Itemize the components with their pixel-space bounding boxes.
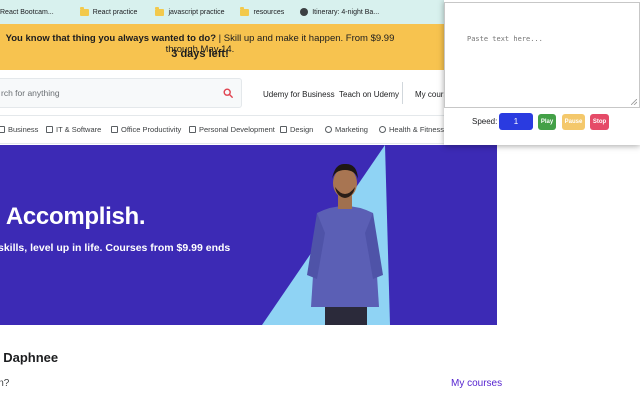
- category-personal-development[interactable]: Personal Development: [189, 125, 275, 134]
- my-courses-link[interactable]: My courses: [451, 378, 502, 389]
- monitor-icon: [46, 126, 53, 133]
- textarea-placeholder: Paste text here...: [467, 35, 543, 43]
- paste-text-area[interactable]: Paste text here...: [444, 2, 640, 108]
- briefcase-icon: [0, 126, 5, 133]
- hero-shape: [0, 145, 497, 325]
- globe-icon: [300, 8, 309, 16]
- search-placeholder: rch for anything: [1, 88, 60, 98]
- category-business[interactable]: Business: [0, 125, 38, 134]
- folder-icon: [240, 6, 250, 16]
- bookmark-item[interactable]: React practice: [74, 0, 144, 24]
- marketing-icon: [325, 126, 332, 133]
- promo-countdown: 3 days left!: [171, 48, 229, 60]
- promo-headline: You know that thing you always wanted to…: [5, 33, 217, 44]
- play-button[interactable]: Play: [538, 114, 556, 130]
- bookmark-item[interactable]: javascript practice: [149, 0, 230, 24]
- category-label: Personal Development: [199, 125, 275, 134]
- category-label: Business: [8, 125, 39, 134]
- hero-banner: . Accomplish. skills, level up in life. …: [0, 145, 497, 325]
- bookmark-text: React practice: [92, 8, 138, 16]
- learning-prompt: in?: [0, 378, 10, 389]
- bookmark-text: javascript practice: [168, 8, 225, 16]
- category-label: Health & Fitness: [389, 125, 445, 134]
- tts-extension-popup: Paste text here... Speed: 1 Play Pause S…: [444, 0, 640, 145]
- hero-subtitle: skills, level up in life. Courses from $…: [0, 242, 231, 254]
- category-label: Office Productivity: [121, 125, 182, 134]
- book-icon: [189, 126, 196, 133]
- search-icon[interactable]: [223, 88, 233, 98]
- udemy-for-business-link[interactable]: Udemy for Business: [263, 90, 335, 99]
- stop-button[interactable]: Stop: [590, 114, 609, 130]
- bookmark-text: React Bootcam...: [0, 8, 54, 16]
- design-icon: [280, 126, 287, 133]
- resize-grip-icon[interactable]: [631, 99, 637, 105]
- speed-label: Speed:: [472, 117, 498, 126]
- instructor-photo: [307, 163, 383, 325]
- header-divider: [402, 82, 403, 104]
- search-input[interactable]: rch for anything: [0, 78, 242, 108]
- category-health-fitness[interactable]: Health & Fitness: [379, 125, 444, 134]
- folder-icon: [155, 6, 165, 16]
- speed-input[interactable]: 1: [499, 113, 533, 130]
- bookmark-text: Itinerary: 4-night Ba...: [312, 8, 380, 16]
- folder-icon: [79, 6, 89, 16]
- category-marketing[interactable]: Marketing: [325, 125, 368, 134]
- category-it-software[interactable]: IT & Software: [46, 125, 101, 134]
- category-office-productivity[interactable]: Office Productivity: [111, 125, 181, 134]
- bookmark-item[interactable]: resources: [234, 0, 290, 24]
- category-label: Design: [290, 125, 314, 134]
- bookmark-text: resources: [253, 8, 285, 16]
- teach-on-udemy-link[interactable]: Teach on Udemy: [339, 90, 399, 99]
- welcome-greeting: , Daphnee: [0, 350, 59, 365]
- hero-title: . Accomplish.: [0, 203, 146, 230]
- bookmark-item[interactable]: React Bootcam...: [0, 0, 60, 24]
- heart-icon: [379, 126, 386, 133]
- category-label: IT & Software: [56, 125, 102, 134]
- category-design[interactable]: Design: [280, 125, 313, 134]
- category-label: Marketing: [335, 125, 368, 134]
- bookmark-item[interactable]: Itinerary: 4-night Ba...: [294, 0, 385, 24]
- pause-button[interactable]: Pause: [562, 114, 585, 130]
- document-icon: [111, 126, 118, 133]
